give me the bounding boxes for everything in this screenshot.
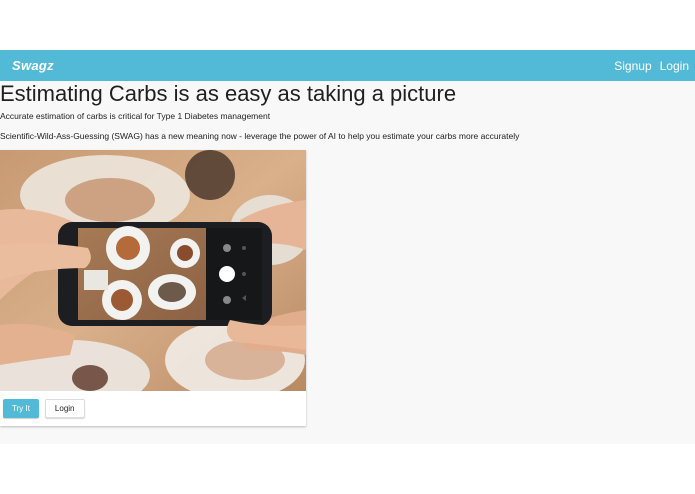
page-description: Scientific-Wild-Ass-Guessing (SWAG) has … — [0, 131, 520, 141]
login-button[interactable]: Login — [44, 399, 85, 418]
page-subtitle: Accurate estimation of carbs is critical… — [0, 111, 271, 121]
try-it-button[interactable]: Try It — [3, 399, 39, 418]
hero-card: Try It Login — [0, 150, 306, 426]
nav-login-link[interactable]: Login — [660, 59, 689, 73]
hero-image — [0, 150, 306, 391]
main-content: Estimating Carbs is as easy as taking a … — [0, 81, 695, 444]
brand-logo[interactable]: Swagz — [12, 58, 54, 73]
top-navbar: Swagz Signup Login — [0, 50, 695, 81]
nav-links: Signup Login — [614, 59, 689, 73]
nav-signup-link[interactable]: Signup — [614, 59, 651, 73]
card-actions: Try It Login — [0, 391, 306, 426]
page-title: Estimating Carbs is as easy as taking a … — [0, 81, 457, 106]
